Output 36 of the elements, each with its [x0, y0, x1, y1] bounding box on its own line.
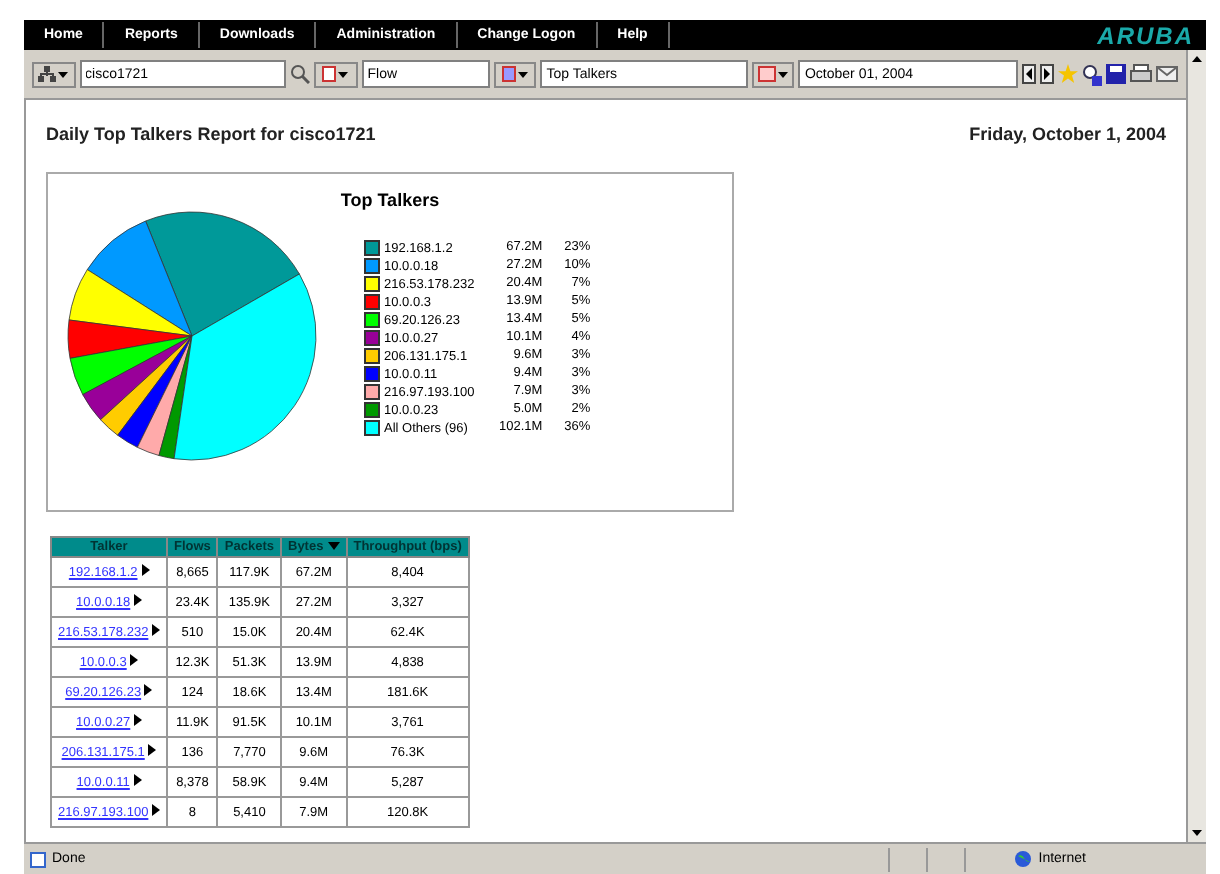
save-icon[interactable]	[1106, 64, 1126, 84]
expand-icon[interactable]	[133, 774, 142, 786]
expand-icon[interactable]	[152, 804, 160, 816]
calendar-icon	[758, 66, 777, 82]
expand-icon[interactable]	[133, 594, 142, 606]
caret-icon	[518, 71, 528, 77]
sort-icon	[327, 542, 340, 550]
report-dropdown[interactable]	[493, 61, 537, 87]
caret-icon	[58, 71, 69, 77]
page-icon	[30, 851, 46, 867]
network-icon	[38, 66, 57, 82]
report-date: Friday, October 1, 2004	[969, 124, 1166, 144]
logo: ARUBA	[1097, 21, 1194, 49]
table-icon	[502, 66, 516, 82]
globe-icon	[1014, 850, 1033, 868]
previous-icon[interactable]	[1022, 64, 1036, 84]
magnifier-icon[interactable]	[1082, 63, 1102, 85]
expand-icon[interactable]	[130, 654, 139, 666]
report-title: Daily Top Talkers Report for cisco1721	[46, 124, 376, 144]
star-icon[interactable]	[1058, 64, 1078, 84]
expand-icon[interactable]	[141, 564, 150, 576]
mail-icon[interactable]	[1156, 66, 1178, 82]
expand-icon[interactable]	[133, 714, 142, 726]
expand-icon[interactable]	[152, 624, 160, 636]
expand-icon[interactable]	[144, 684, 153, 696]
caret-icon	[778, 71, 789, 77]
next-icon[interactable]	[1040, 64, 1054, 84]
date-dropdown[interactable]	[751, 61, 795, 87]
device-dropdown[interactable]	[32, 61, 76, 87]
document-icon	[322, 66, 337, 82]
print-icon[interactable]	[1130, 64, 1152, 84]
chart-title: Top Talkers	[340, 190, 440, 210]
caret-icon	[338, 71, 349, 77]
expand-icon[interactable]	[148, 744, 157, 756]
search-icon[interactable]	[290, 64, 311, 84]
type-dropdown[interactable]	[314, 61, 358, 87]
